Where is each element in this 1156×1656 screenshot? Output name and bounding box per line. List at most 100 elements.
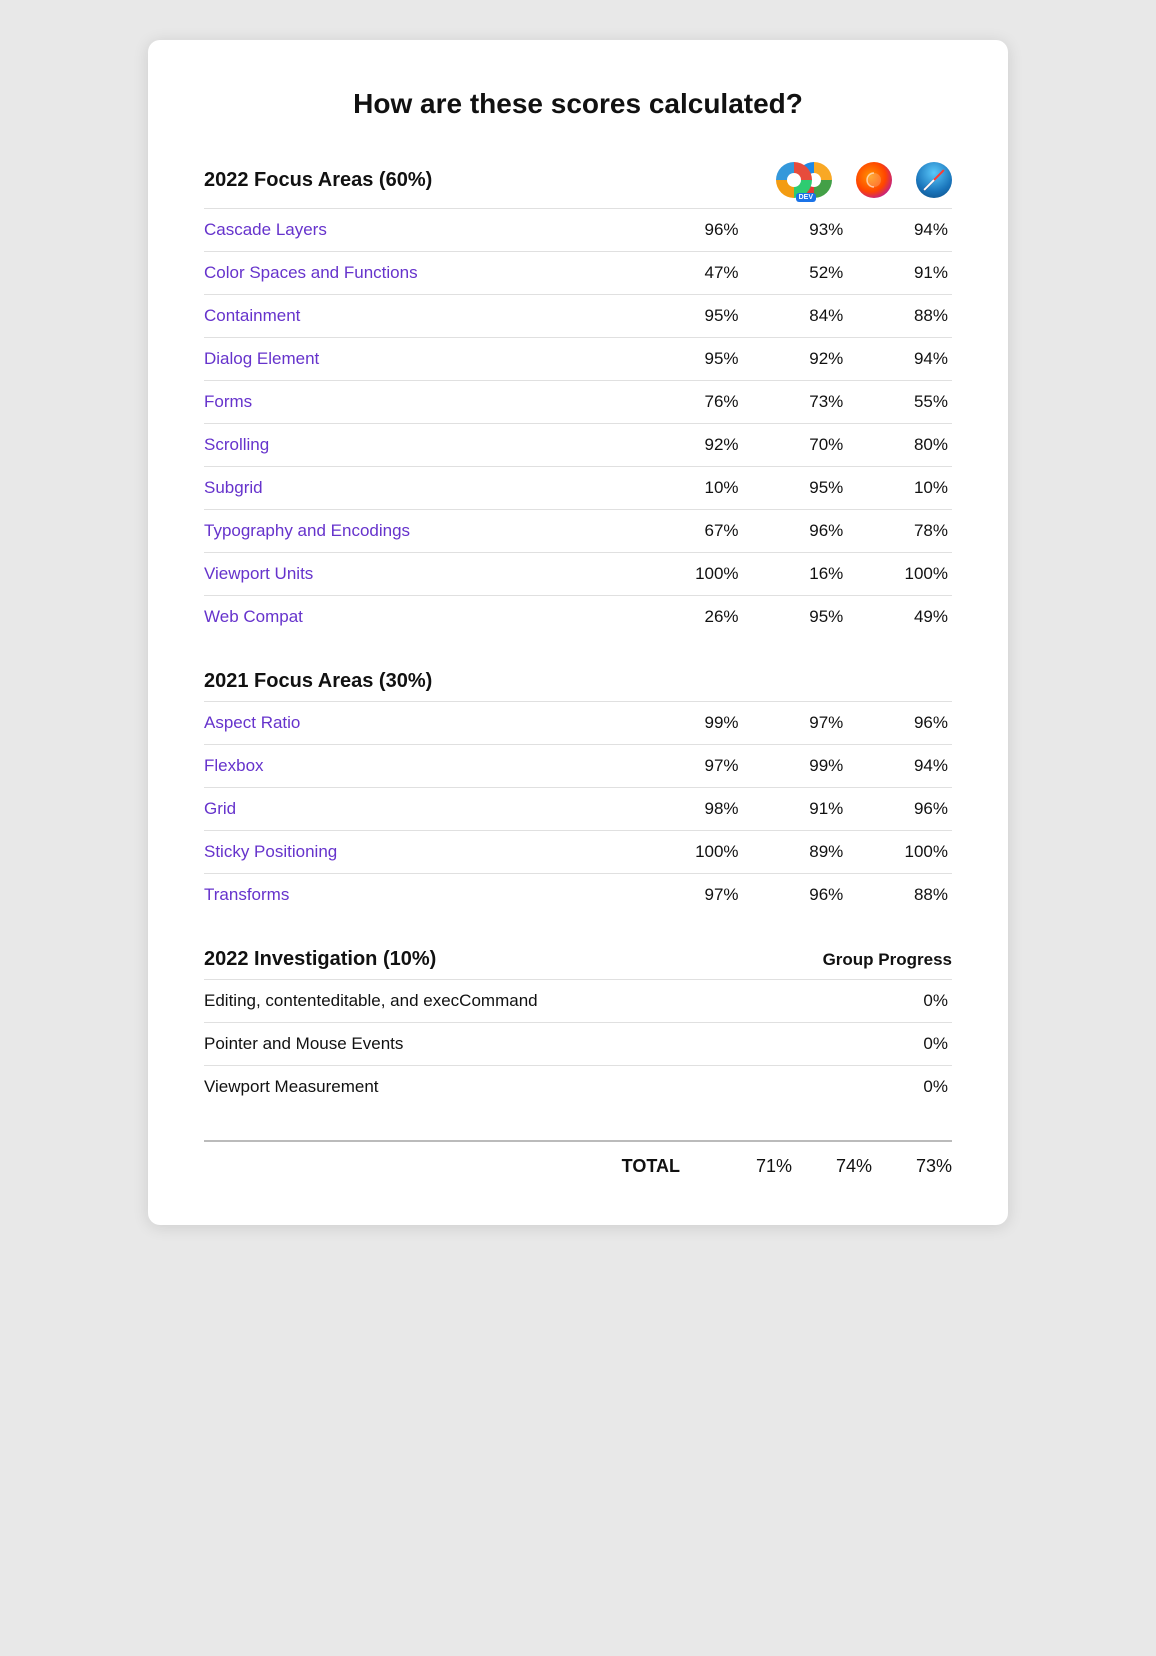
section-2022-label: 2022 Focus Areas (60%)	[204, 169, 432, 192]
row-name[interactable]: Typography and Encodings	[204, 510, 638, 553]
row-col3: 100%	[847, 553, 952, 596]
row-col1: 98%	[638, 788, 743, 831]
row-col2: 96%	[743, 510, 848, 553]
row-name[interactable]: Flexbox	[204, 745, 638, 788]
row-col1: 100%	[638, 553, 743, 596]
investigation-table: Editing, contenteditable, and execComman…	[204, 979, 952, 1108]
safari-icon	[916, 162, 952, 198]
table-row: Dialog Element 95% 92% 94%	[204, 338, 952, 381]
row-score: 0%	[817, 1023, 952, 1066]
row-col1: 92%	[638, 424, 743, 467]
row-col1: 97%	[638, 745, 743, 788]
total-row: TOTAL 71% 74% 73%	[204, 1140, 952, 1177]
row-name: Pointer and Mouse Events	[204, 1023, 817, 1066]
row-col3: 49%	[847, 596, 952, 639]
row-col1: 10%	[638, 467, 743, 510]
table-row: Web Compat 26% 95% 49%	[204, 596, 952, 639]
row-col1: 99%	[638, 702, 743, 745]
row-col1: 95%	[638, 295, 743, 338]
table-row: Grid 98% 91% 96%	[204, 788, 952, 831]
row-col2: 99%	[743, 745, 848, 788]
row-col1: 47%	[638, 252, 743, 295]
row-name[interactable]: Color Spaces and Functions	[204, 252, 638, 295]
row-name[interactable]: Transforms	[204, 874, 638, 917]
table-row: Editing, contenteditable, and execComman…	[204, 980, 952, 1023]
row-col3: 91%	[847, 252, 952, 295]
chrome-dev-icon: DEV	[776, 162, 812, 198]
row-col2: 93%	[743, 209, 848, 252]
total-label: TOTAL	[622, 1156, 680, 1177]
table-row: Containment 95% 84% 88%	[204, 295, 952, 338]
row-col1: 26%	[638, 596, 743, 639]
row-col3: 96%	[847, 702, 952, 745]
row-col2: 92%	[743, 338, 848, 381]
total-score-2: 74%	[792, 1156, 872, 1177]
page-title: How are these scores calculated?	[204, 88, 952, 120]
row-col2: 97%	[743, 702, 848, 745]
row-col3: 94%	[847, 745, 952, 788]
table-row: Aspect Ratio 99% 97% 96%	[204, 702, 952, 745]
row-col2: 73%	[743, 381, 848, 424]
table-row: Viewport Measurement 0%	[204, 1066, 952, 1109]
row-name: Editing, contenteditable, and execComman…	[204, 980, 817, 1023]
section-investigation-header: 2022 Investigation (10%) Group Progress	[204, 948, 952, 979]
table-row: Flexbox 97% 99% 94%	[204, 745, 952, 788]
row-col1: 96%	[638, 209, 743, 252]
row-name[interactable]: Scrolling	[204, 424, 638, 467]
row-col3: 78%	[847, 510, 952, 553]
table-row: Subgrid 10% 95% 10%	[204, 467, 952, 510]
total-score-1: 71%	[712, 1156, 792, 1177]
row-col1: 100%	[638, 831, 743, 874]
table-row: Sticky Positioning 100% 89% 100%	[204, 831, 952, 874]
row-col2: 70%	[743, 424, 848, 467]
row-score: 0%	[817, 980, 952, 1023]
table-row: Typography and Encodings 67% 96% 78%	[204, 510, 952, 553]
row-col3: 100%	[847, 831, 952, 874]
row-col3: 94%	[847, 209, 952, 252]
row-score: 0%	[817, 1066, 952, 1109]
section-2022-table: Cascade Layers 96% 93% 94% Color Spaces …	[204, 208, 952, 638]
row-name[interactable]: Web Compat	[204, 596, 638, 639]
row-name[interactable]: Containment	[204, 295, 638, 338]
table-row: Viewport Units 100% 16% 100%	[204, 553, 952, 596]
total-scores: 71% 74% 73%	[712, 1156, 952, 1177]
row-name[interactable]: Aspect Ratio	[204, 702, 638, 745]
row-name[interactable]: Viewport Units	[204, 553, 638, 596]
table-row: Forms 76% 73% 55%	[204, 381, 952, 424]
row-col1: 95%	[638, 338, 743, 381]
firefox-icon	[856, 162, 892, 198]
row-name[interactable]: Sticky Positioning	[204, 831, 638, 874]
main-card: How are these scores calculated? 2022 Fo…	[148, 40, 1008, 1225]
section-2022-header: 2022 Focus Areas (60%) DEV	[204, 160, 952, 208]
table-row: Color Spaces and Functions 47% 52% 91%	[204, 252, 952, 295]
row-name[interactable]: Grid	[204, 788, 638, 831]
row-col3: 55%	[847, 381, 952, 424]
table-row: Scrolling 92% 70% 80%	[204, 424, 952, 467]
section-2021-label: 2021 Focus Areas (30%)	[204, 670, 952, 701]
table-row: Cascade Layers 96% 93% 94%	[204, 209, 952, 252]
row-name[interactable]: Subgrid	[204, 467, 638, 510]
row-col3: 88%	[847, 874, 952, 917]
row-col1: 76%	[638, 381, 743, 424]
row-col3: 94%	[847, 338, 952, 381]
row-name[interactable]: Cascade Layers	[204, 209, 638, 252]
row-col2: 96%	[743, 874, 848, 917]
table-row: Transforms 97% 96% 88%	[204, 874, 952, 917]
section-2021-table: Aspect Ratio 99% 97% 96% Flexbox 97% 99%…	[204, 701, 952, 916]
row-name: Viewport Measurement	[204, 1066, 817, 1109]
row-name[interactable]: Forms	[204, 381, 638, 424]
row-col2: 95%	[743, 596, 848, 639]
row-col2: 95%	[743, 467, 848, 510]
browser-icons: DEV	[776, 160, 952, 200]
row-col2: 16%	[743, 553, 848, 596]
investigation-label: 2022 Investigation (10%)	[204, 948, 436, 971]
row-col2: 84%	[743, 295, 848, 338]
row-col3: 80%	[847, 424, 952, 467]
table-row: Pointer and Mouse Events 0%	[204, 1023, 952, 1066]
group-progress-label: Group Progress	[823, 950, 952, 970]
total-score-3: 73%	[872, 1156, 952, 1177]
row-col3: 88%	[847, 295, 952, 338]
row-name[interactable]: Dialog Element	[204, 338, 638, 381]
row-col2: 89%	[743, 831, 848, 874]
row-col2: 52%	[743, 252, 848, 295]
